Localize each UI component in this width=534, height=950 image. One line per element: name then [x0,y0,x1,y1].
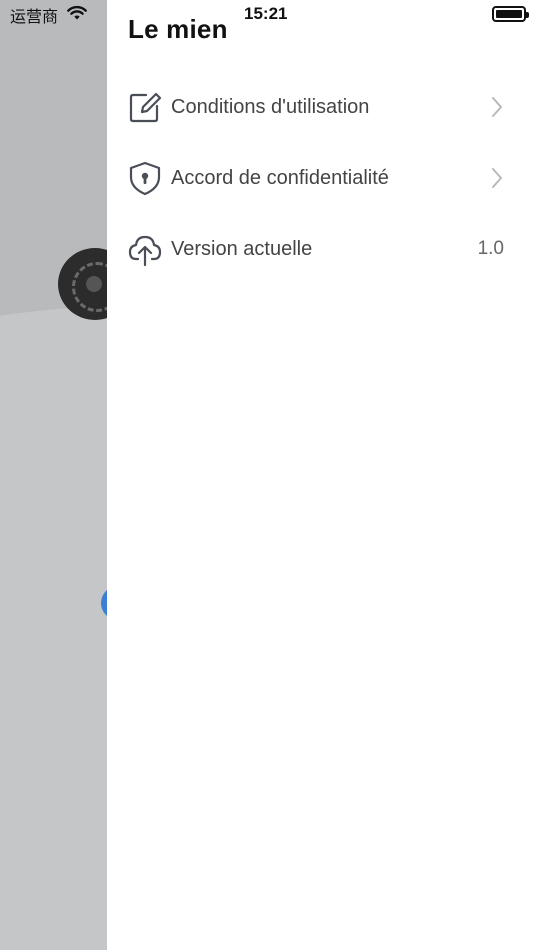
menu-item-version[interactable]: Version actuelle 1.0 [107,219,534,279]
side-drawer: Le mien Conditions d'utilisation Accord … [107,0,534,950]
menu-item-terms[interactable]: Conditions d'utilisation [107,77,534,137]
menu-item-label: Version actuelle [171,237,313,260]
screen: 运营商 15:21 Le mien Conditions d'utilisati… [0,0,534,950]
shield-lock-icon [127,160,163,196]
cloud-upload-icon [127,231,163,267]
version-value: 1.0 [477,238,504,259]
status-time: 15:21 [244,4,288,23]
status-bar-left: 运营商 [10,4,88,26]
menu-item-label: Accord de confidentialité [171,166,389,189]
wifi-icon [66,5,88,26]
menu-item-privacy[interactable]: Accord de confidentialité [107,148,534,208]
chevron-right-icon [490,167,504,189]
chevron-right-icon [490,96,504,118]
battery-level [496,10,522,18]
menu-item-label: Conditions d'utilisation [171,95,370,118]
battery-icon [492,6,529,22]
carrier-label: 运营商 [10,9,59,26]
edit-icon [127,89,163,125]
drawer-title: Le mien [128,14,228,44]
